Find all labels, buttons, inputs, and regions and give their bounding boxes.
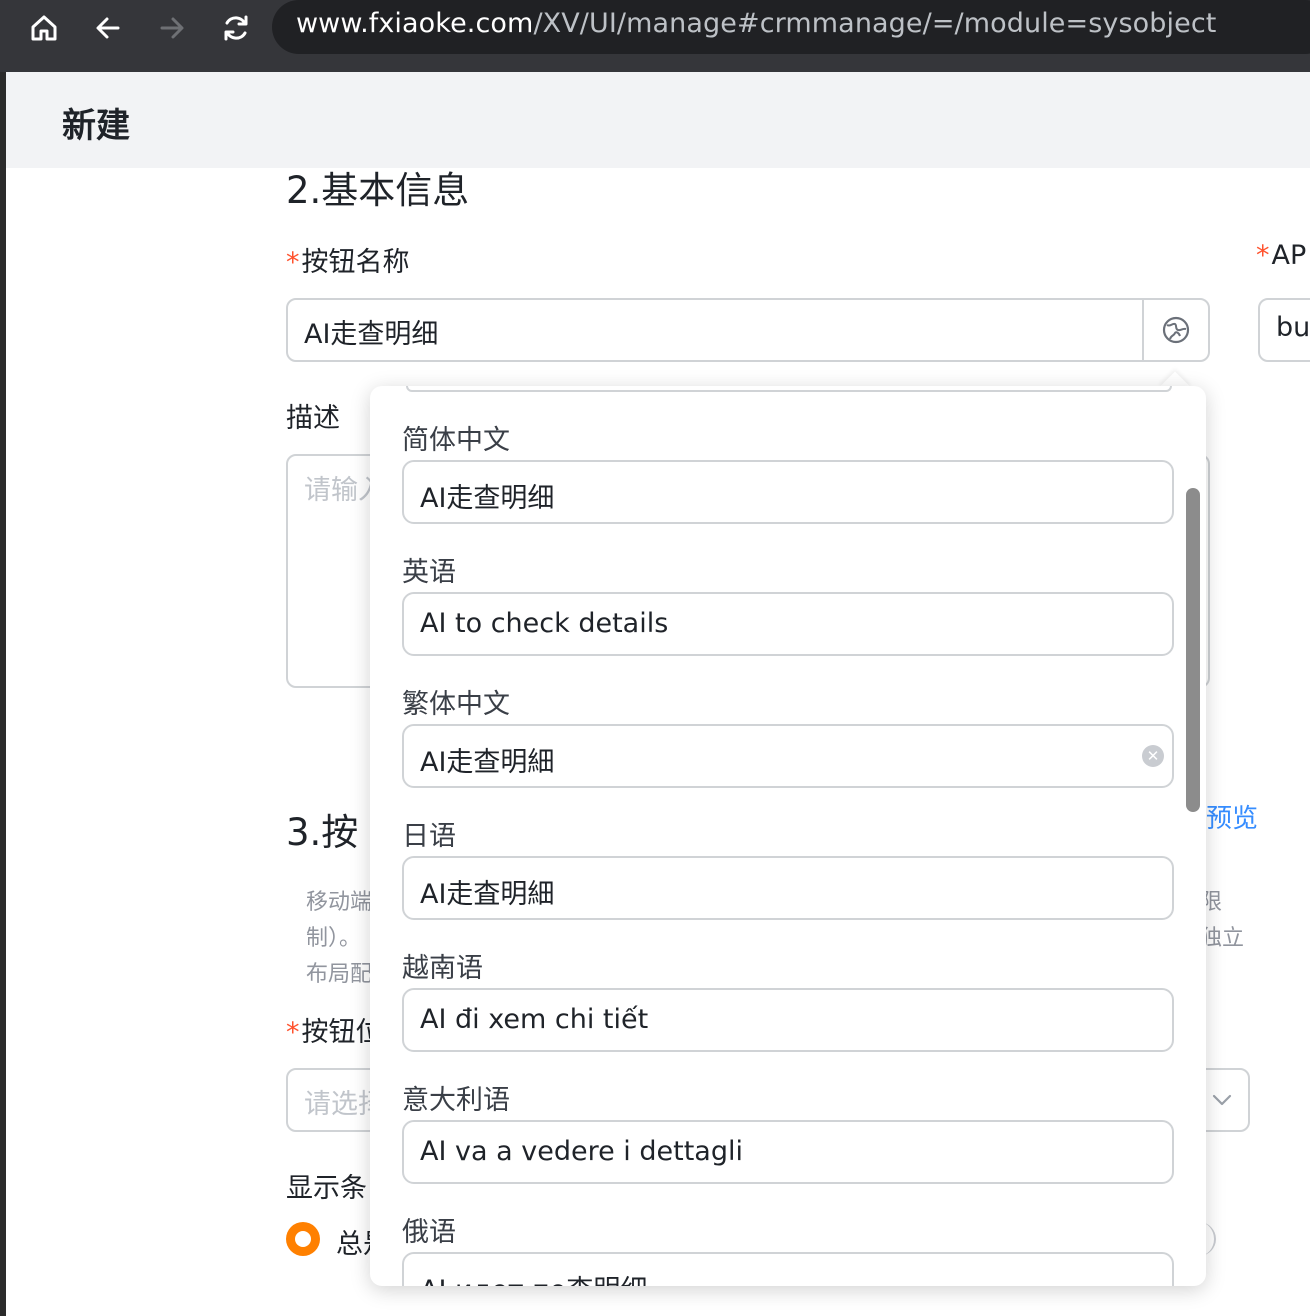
hint-line: 独立 (1200, 926, 1245, 951)
translation-popover: 简体中文 AI走查明细 英语 AI to check details 繁体中文 … (370, 386, 1206, 1286)
description-label: 描述 (286, 403, 340, 434)
forward-arrow-icon[interactable] (152, 8, 192, 48)
lang-label-vi: 越南语 (402, 953, 483, 984)
back-arrow-icon[interactable] (88, 8, 128, 48)
preview-link[interactable]: 预览 (1206, 798, 1258, 835)
button-name-label: *按钮名称 (286, 247, 410, 278)
lang-label-zh-cn: 简体中文 (402, 425, 510, 456)
scrolled-input-edge (406, 386, 1172, 392)
lang-label-en: 英语 (402, 557, 456, 588)
browser-toolbar: www.fxiaoke.com/XV/UI/manage#crmmanage/=… (0, 0, 1310, 72)
page-title: 新建 (62, 106, 130, 146)
translation-input-ru[interactable]: AI идет по查明细 (402, 1252, 1174, 1286)
chevron-down-icon (1210, 1088, 1234, 1116)
language-globe-icon[interactable] (1142, 300, 1208, 360)
hint-line: 移动端 (306, 890, 373, 915)
button-position-label: *按钮位 (286, 1017, 383, 1048)
reload-icon[interactable] (216, 8, 256, 48)
lang-label-ja: 日语 (402, 821, 456, 852)
window-edge (0, 72, 6, 1316)
translation-input-en[interactable]: AI to check details (402, 592, 1174, 656)
hint-line: 布局配 (306, 962, 373, 987)
translation-input-zh-cn[interactable]: AI走查明细 (402, 460, 1174, 524)
translation-input-it[interactable]: AI va a vedere i dettagli (402, 1120, 1174, 1184)
url-text: www.fxiaoke.com/XV/UI/manage#crmmanage/=… (296, 8, 1217, 39)
display-condition-label: 显示条 (286, 1173, 367, 1204)
translation-input-ja[interactable]: AI走査明細 (402, 856, 1174, 920)
lang-label-ru: 俄语 (402, 1217, 456, 1248)
popover-scrollbar-thumb[interactable] (1186, 488, 1200, 812)
address-bar[interactable]: www.fxiaoke.com/XV/UI/manage#crmmanage/=… (272, 0, 1310, 54)
lang-label-zh-tw: 繁体中文 (402, 689, 510, 720)
clear-icon[interactable]: ✕ (1142, 745, 1164, 767)
lang-label-it: 意大利语 (402, 1085, 510, 1116)
home-icon[interactable] (24, 8, 64, 48)
page-header: 新建 (6, 72, 1310, 168)
translation-input-zh-tw[interactable]: AI走查明細 ✕ (402, 724, 1174, 788)
section-basic-info-title: 2.基本信息 (286, 169, 470, 212)
section-button-title: 3.按 (286, 811, 359, 854)
hint-line: 制）。 (306, 926, 362, 951)
api-name-label: *AP (1256, 240, 1307, 271)
translation-input-vi[interactable]: AI đi xem chi tiết (402, 988, 1174, 1052)
button-name-input[interactable]: AI走查明细 (286, 298, 1210, 362)
api-name-input[interactable]: but (1258, 298, 1310, 362)
radio-always-selected[interactable] (286, 1222, 320, 1256)
